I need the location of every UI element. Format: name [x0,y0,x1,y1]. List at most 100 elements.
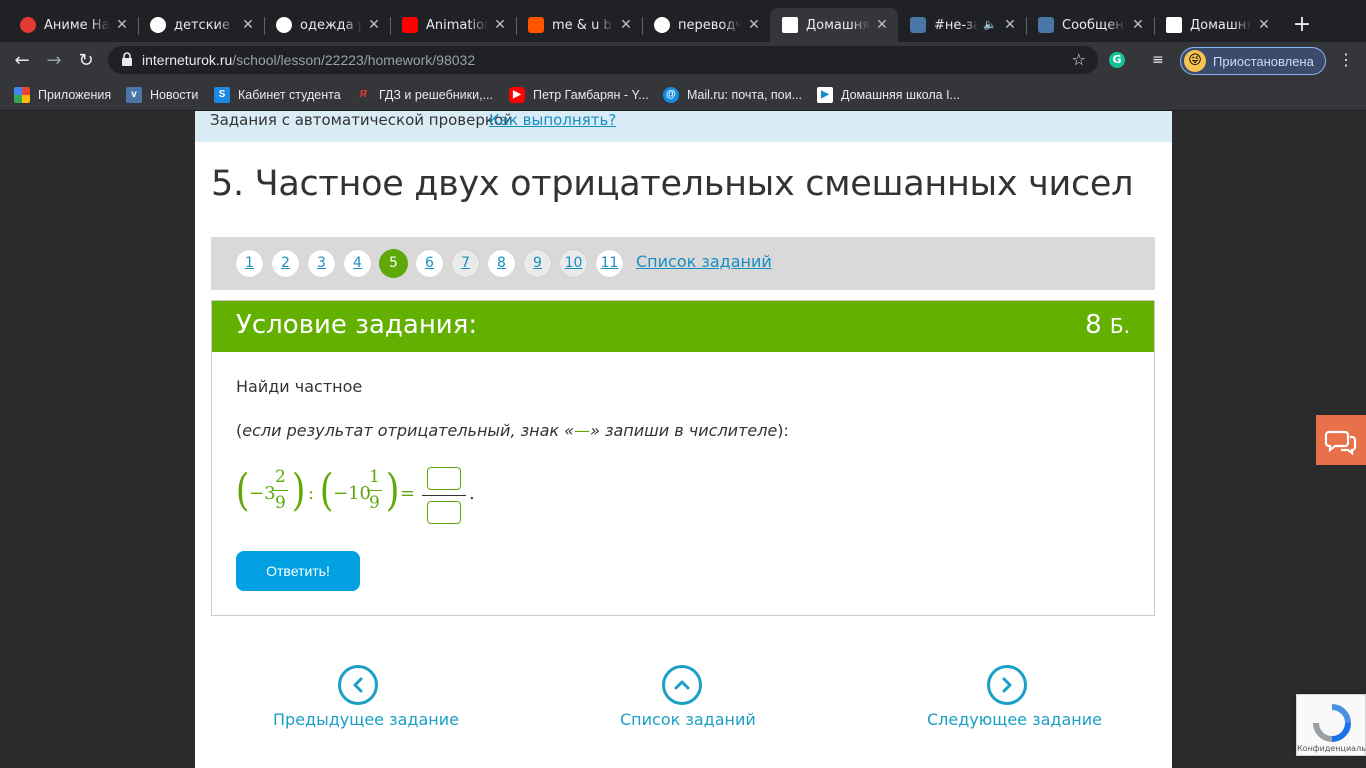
web-page: Задания с автоматической проверкой Как в… [0,111,1366,768]
pager-item-3[interactable]: 3 [307,249,336,278]
points-badge: 8 Б. [1085,310,1130,340]
tab-vk-audio[interactable]: #не-за 🔈 ✕ [898,8,1027,42]
tab-translator[interactable]: переводчи ✕ [642,8,770,42]
right-paren: ) [385,465,400,516]
recaptcha-icon [1313,704,1351,742]
pager-item-2[interactable]: 2 [271,249,300,278]
url-host: interneturok.ru [142,52,233,68]
tab-soundcloud[interactable]: me & u by s ✕ [516,8,643,42]
pager-item-4[interactable]: 4 [343,249,372,278]
points-value: 8 [1085,310,1102,340]
equals-sign: = [400,483,416,504]
bookmark-label: Новости [150,88,199,102]
grammarly-extension-icon[interactable]: G [1109,52,1125,68]
s-icon: S [214,87,230,103]
pager-item-9[interactable]: 9 [523,249,552,278]
pager-item-6[interactable]: 6 [415,249,444,278]
close-icon[interactable]: ✕ [114,17,130,33]
page-title: 5. Частное двух отрицательных смешанных … [211,164,1134,204]
question-hint: (если результат отрицательный, знак «—» … [236,421,789,440]
tab-clothes[interactable]: одежда ре ✕ [264,8,391,42]
close-icon[interactable]: ✕ [1130,17,1146,33]
bookmark-label: Кабинет студента [238,88,341,102]
bookmark-apps[interactable]: Приложения [14,85,111,105]
vk-icon [910,17,926,33]
tab-homework-2[interactable]: Домашняя ✕ [1154,8,1280,42]
how-to-link[interactable]: Как выполнять? [489,111,616,129]
menu-kebab-icon[interactable]: ⋮ [1338,50,1354,70]
pager-item-11[interactable]: 11 [595,249,624,278]
bookmark-gdz[interactable]: Я ГДЗ и решебники,... [355,85,493,105]
tab-homework-active[interactable]: Домашняя ✕ [770,8,898,42]
pager-item-5-current[interactable]: 5 [379,249,408,278]
autocheck-text: Задания с автоматической проверкой [210,111,513,129]
google-icon [150,17,166,33]
vk-icon: v [126,87,142,103]
submit-answer-button[interactable]: Ответить! [236,551,360,591]
bookmark-label: ГДЗ и решебники,... [379,88,494,102]
pager-item-10[interactable]: 10 [559,249,588,278]
gdz-icon: Я [359,89,367,100]
task-pager: 1 2 3 4 5 6 7 8 9 10 11 Список заданий [211,237,1155,290]
pager-item-7[interactable]: 7 [451,249,480,278]
apps-icon [14,87,30,103]
next-task-label: Следующее задание [927,710,1102,729]
tab-kids[interactable]: детские пр ✕ [138,8,265,42]
task-list-label: Список заданий [620,710,756,729]
close-icon[interactable]: ✕ [618,17,634,33]
new-tab-button[interactable]: + [1290,13,1314,37]
chat-bubbles-icon [1324,430,1357,456]
close-icon[interactable]: ✕ [874,17,890,33]
first-whole: −3 [249,483,276,504]
tab-title: детские пр [174,17,236,33]
bookmark-student[interactable]: S Кабинет студента [214,85,341,105]
chat-button[interactable] [1316,415,1366,465]
tab-messages[interactable]: Сообщени ✕ [1026,8,1155,42]
second-denominator: 9 [369,493,380,513]
bookmark-star-icon[interactable]: ☆ [1072,50,1086,69]
chevron-left-icon [338,665,378,705]
bookmark-label: Mail.ru: почта, пои... [687,88,803,102]
tab-anime[interactable]: Аниме Наз ✕ [8,8,139,42]
google-icon [654,17,670,33]
profile-status: Приостановлена [1213,53,1314,69]
close-icon[interactable]: ✕ [1256,17,1272,33]
bookmark-mail[interactable]: @ Mail.ru: почта, пои... [663,85,802,105]
tab-title: Домашняя [806,17,870,33]
tab-animation[interactable]: Animation p ✕ [390,8,517,42]
recaptcha-badge[interactable]: Конфиденциально [1296,694,1366,756]
youtube-icon: ▶ [509,87,525,103]
profile-button[interactable]: 😜 Приостановлена [1180,47,1326,75]
minus-sign: — [574,421,591,440]
tab-strip: Аниме Наз ✕ детские пр ✕ одежда ре ✕ Ani… [0,0,1366,42]
close-icon[interactable]: ✕ [1002,17,1018,33]
denominator-input[interactable] [427,501,461,524]
bookmark-news[interactable]: v Новости [126,85,198,105]
task-header-title: Условие задания: [236,310,478,340]
avatar: 😜 [1184,50,1206,72]
close-icon[interactable]: ✕ [746,17,762,33]
close-icon[interactable]: ✕ [366,17,382,33]
media-queue-icon[interactable]: ≡ [1152,51,1170,69]
reload-icon[interactable]: ↻ [73,48,99,74]
bookmark-homeschool[interactable]: ▶ Домашняя школа I... [817,85,960,105]
interneturok-icon: ▶ [817,87,833,103]
back-arrow-icon[interactable]: ← [9,48,35,74]
speaker-icon[interactable]: 🔈 [982,17,998,33]
close-icon[interactable]: ✕ [240,17,256,33]
bookmark-youtube[interactable]: ▶ Петр Гамбарян - Y... [509,85,649,105]
task-list-link[interactable]: Список заданий [636,252,772,271]
youtube-icon [402,17,418,33]
bookmark-label: Петр Гамбарян - Y... [533,88,649,102]
recaptcha-label: Конфиденциально [1297,744,1366,753]
second-whole: −10 [333,483,371,504]
address-bar[interactable]: interneturok.ru/school/lesson/22223/home… [108,46,1098,74]
chevron-up-icon [662,665,702,705]
close-icon[interactable]: ✕ [492,17,508,33]
pager-item-1[interactable]: 1 [235,249,264,278]
pager-item-8[interactable]: 8 [487,249,516,278]
numerator-input[interactable] [427,467,461,490]
tab-title: #не-за [934,17,978,33]
period: . [469,483,475,504]
forward-arrow-icon[interactable]: → [41,48,67,74]
